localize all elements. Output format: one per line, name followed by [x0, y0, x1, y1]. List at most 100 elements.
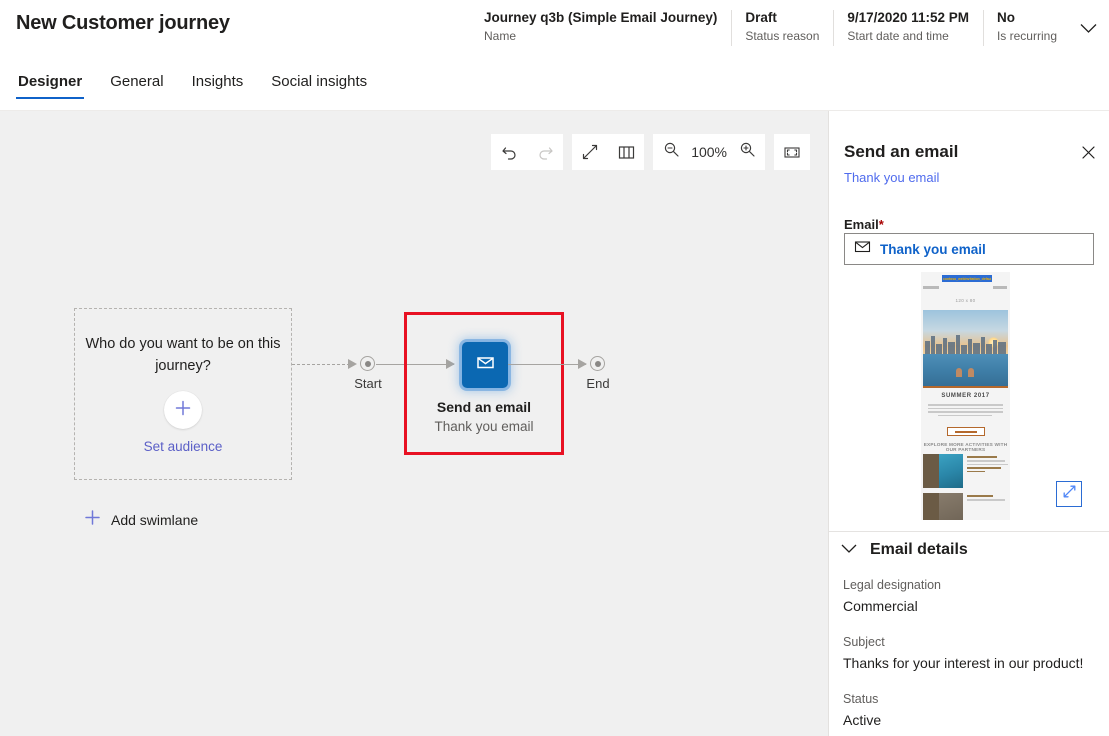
add-swimlane-label: Add swimlane: [111, 512, 199, 528]
canvas-toolbar: 100%: [482, 134, 810, 170]
email-picker-field[interactable]: Thank you email: [844, 233, 1094, 265]
mini-map-button[interactable]: [608, 134, 645, 170]
swimlane-question: Who do you want to be on this journey?: [85, 336, 281, 374]
preview-partners-heading: EXPLORE MORE ACTIVITIES WITH OUR PARTNER…: [923, 442, 1008, 452]
step-send-email-title: Send an email: [436, 399, 532, 415]
header-top-row: New Customer journey Journey q3b (Simple…: [0, 0, 1109, 62]
header-field-start-date-value: 9/17/2020 11:52 PM: [847, 10, 969, 25]
end-node-label: End: [586, 376, 610, 391]
preview-body-lines: [928, 404, 1003, 418]
preview-placeholder-size: 120 x 80: [955, 298, 976, 303]
tab-designer[interactable]: Designer: [16, 73, 85, 99]
page-title: New Customer journey: [16, 12, 230, 34]
detail-subject-value: Thanks for your interest in our product!: [843, 655, 1084, 671]
header-field-name-value: Journey q3b (Simple Email Journey): [484, 10, 718, 25]
detail-status: Status Active: [843, 691, 1098, 730]
fit-to-screen-button[interactable]: [774, 134, 810, 170]
journey-designer-app: New Customer journey Journey q3b (Simple…: [0, 0, 1109, 736]
header-field-status-reason-label: Status reason: [745, 29, 820, 43]
zoom-in-icon: [739, 141, 756, 163]
connector-step-to-end: [508, 364, 586, 365]
zoom-control: 100%: [653, 134, 765, 170]
email-picker-value: Thank you email: [880, 241, 986, 257]
detail-status-value: Active: [843, 712, 882, 728]
envelope-icon: [474, 351, 497, 379]
end-node[interactable]: [590, 356, 605, 371]
header-field-status-reason: Draft Status reason: [731, 9, 833, 47]
expand-canvas-button[interactable]: [572, 134, 609, 170]
header-field-name-label: Name: [484, 29, 517, 43]
header-expand-button[interactable]: [1071, 9, 1105, 47]
preview-card-text-2: [967, 495, 1008, 503]
toolbar-zoom-group: 100%: [653, 134, 765, 170]
step-send-email-tile[interactable]: [462, 342, 508, 388]
set-audience-add-button[interactable]: [164, 391, 202, 429]
map-icon: [617, 143, 636, 162]
required-marker: *: [878, 217, 884, 232]
panel-section-divider: [829, 531, 1109, 532]
undo-icon: [500, 143, 519, 162]
zoom-out-icon: [663, 141, 680, 163]
preview-card-text-1: [967, 456, 1008, 474]
preview-top-row: [921, 286, 1010, 291]
expand-diagonal-icon: [1062, 484, 1077, 504]
envelope-icon: [854, 238, 871, 260]
connector-arrow-start: [348, 358, 357, 369]
undo-button[interactable]: [491, 134, 528, 170]
set-audience-link[interactable]: Set audience: [75, 439, 291, 454]
preview-headline: SUMMER 2017: [941, 393, 990, 399]
close-icon: [1081, 146, 1095, 164]
panel-close-button[interactable]: [1075, 142, 1101, 168]
redo-icon: [536, 143, 555, 162]
zoom-in-button[interactable]: [731, 134, 763, 170]
zoom-level-label: 100%: [691, 144, 727, 160]
swimlane-audience[interactable]: Who do you want to be on this journey? S…: [74, 308, 292, 480]
detail-subject-label: Subject: [843, 635, 885, 649]
plus-icon: [84, 509, 101, 531]
toolbar-fit-group: [774, 134, 810, 170]
preview-card-image-1: [923, 454, 963, 488]
start-node[interactable]: [360, 356, 375, 371]
redo-button[interactable]: [527, 134, 564, 170]
detail-legal-designation-label: Legal designation: [843, 578, 941, 592]
header-field-group: Journey q3b (Simple Email Journey) Name …: [470, 9, 1109, 47]
email-field-label-text: Email: [844, 217, 879, 232]
plus-icon: [173, 398, 193, 423]
step-send-email-subtitle: Thank you email: [434, 419, 534, 434]
header-field-status-reason-value: Draft: [745, 10, 777, 25]
email-field-label: Email*: [844, 217, 884, 232]
chevron-down-icon: [1080, 23, 1097, 34]
preview-card-image-2: [923, 493, 963, 520]
header-field-name: Journey q3b (Simple Email Journey) Name: [470, 9, 731, 47]
tab-social-insights[interactable]: Social insights: [269, 73, 369, 99]
journey-canvas[interactable]: 100% Who do you want to be on this journ…: [0, 111, 828, 736]
header-field-start-date-label: Start date and time: [847, 29, 949, 43]
detail-legal-designation-value: Commercial: [843, 598, 918, 614]
preview-banner-text: contoso_webinvitation_default: [943, 276, 991, 281]
detail-status-label: Status: [843, 692, 879, 706]
zoom-out-button[interactable]: [655, 134, 687, 170]
toolbar-view-group: [572, 134, 645, 170]
header-field-is-recurring: No Is recurring: [982, 9, 1071, 47]
panel-title: Send an email: [844, 142, 959, 161]
expand-diagonal-icon: [581, 143, 599, 161]
app-header: New Customer journey Journey q3b (Simple…: [0, 0, 1109, 110]
panel-subtitle-link[interactable]: Thank you email: [844, 170, 939, 185]
email-details-header[interactable]: Email details: [841, 541, 968, 559]
chevron-down-icon: [841, 541, 857, 559]
header-field-is-recurring-value: No: [996, 10, 1015, 25]
detail-legal-designation: Legal designation Commercial: [843, 577, 1098, 616]
email-details-title: Email details: [870, 541, 968, 558]
fit-to-screen-icon: [782, 142, 802, 162]
connector-arrow-end: [578, 358, 587, 369]
preview-cta-button: [947, 427, 985, 436]
preview-expand-button[interactable]: [1056, 481, 1082, 507]
tab-insights[interactable]: Insights: [190, 73, 246, 99]
header-field-start-date: 9/17/2020 11:52 PM Start date and time: [833, 9, 983, 47]
connector-dashed-to-start: [292, 364, 350, 365]
tab-general[interactable]: General: [108, 73, 165, 99]
detail-subject: Subject Thanks for your interest in our …: [843, 634, 1098, 673]
email-preview-thumbnail[interactable]: contoso_webinvitation_default 120 x 80 S…: [921, 272, 1010, 520]
toolbar-history-group: [491, 134, 564, 170]
add-swimlane-button[interactable]: Add swimlane: [84, 509, 198, 531]
